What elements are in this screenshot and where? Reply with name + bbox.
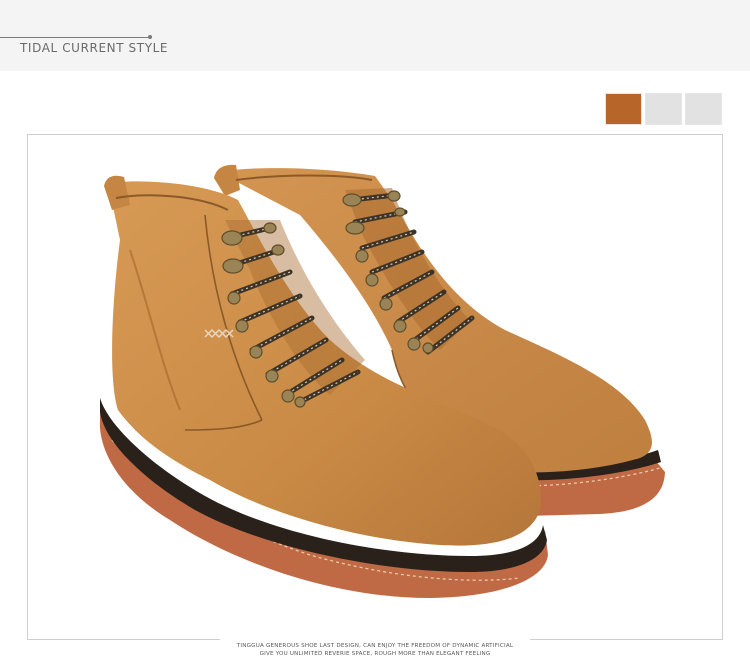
caption-line-2: GIVE YOU UNLIMITED REVERIE SPACE, ROUGH … bbox=[259, 651, 491, 657]
product-photo-boots bbox=[99, 164, 665, 598]
caption-box: TINGGUA GENEROUS SHOE LAST DESIGN, CAN E… bbox=[220, 634, 530, 664]
caption-line-1: TINGGUA GENEROUS SHOE LAST DESIGN, CAN E… bbox=[236, 643, 514, 649]
